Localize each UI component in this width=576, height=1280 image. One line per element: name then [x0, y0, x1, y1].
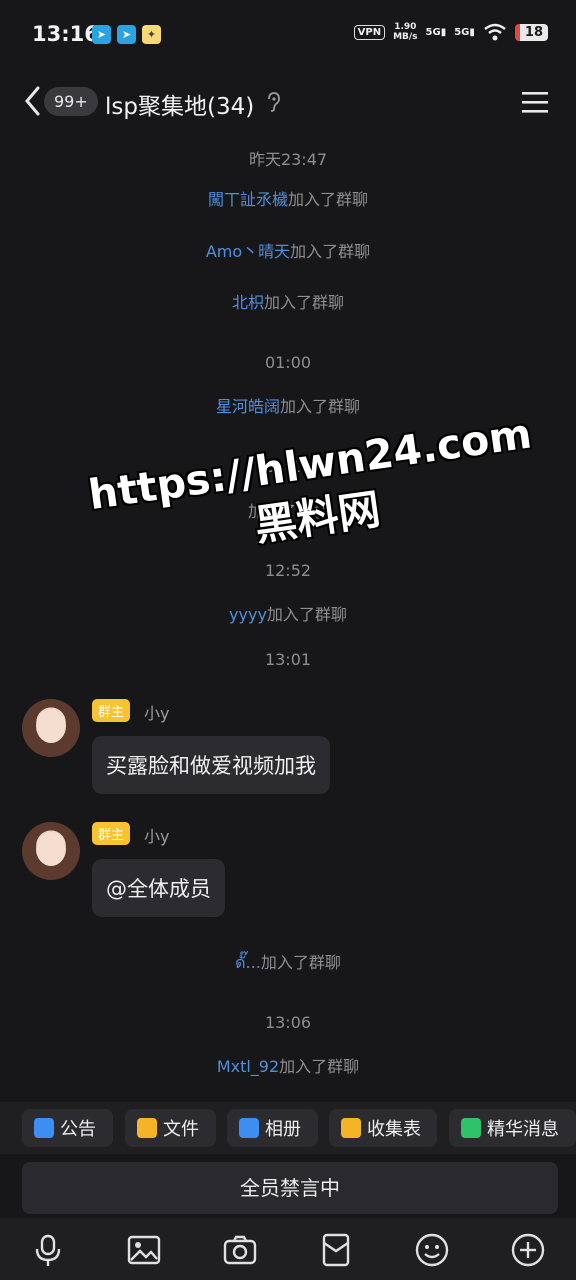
member-name-link[interactable]: 星河皓阔	[216, 397, 280, 416]
telegram-icon: ➤	[92, 25, 111, 44]
quick-action-label: 相册	[265, 1119, 301, 1140]
telegram-icon: ➤	[117, 25, 136, 44]
input-toolbar	[0, 1218, 576, 1280]
essence-messages-button[interactable]: 精华消息	[449, 1109, 576, 1147]
join-suffix: 加入了群聊	[288, 190, 369, 209]
quick-action-label: 收集表	[367, 1119, 421, 1140]
chat-message-list[interactable]: 昨天23:47 闖丅訨氶檅加入了群聊 Amo丶晴天加入了群聊 北枳加入了群聊 0…	[0, 136, 576, 1102]
speed-unit: MB/s	[393, 32, 418, 42]
app-notification-icon: ✦	[142, 25, 161, 44]
signal-label: 5G	[454, 26, 470, 38]
album-icon	[239, 1118, 259, 1138]
member-name-link[interactable]: 闖丅訨氶檅	[208, 190, 288, 209]
chat-header: 99+ lsp聚集地(34)	[0, 70, 576, 136]
owner-badge: 群主	[92, 699, 131, 722]
quick-action-bar: 公告 文件 相册 收集表 精华消息	[0, 1102, 576, 1154]
signal-label: 5G	[425, 26, 441, 38]
owner-badge: 群主	[92, 822, 131, 845]
timestamp: 昨天23:47	[248, 150, 328, 169]
announcement-icon	[34, 1118, 54, 1138]
member-name-link[interactable]: Mxtl_92	[217, 1057, 279, 1076]
speed-value: 1.90	[394, 22, 417, 32]
quick-action-label: 公告	[60, 1119, 96, 1140]
battery-icon: 18	[514, 23, 548, 41]
image-icon[interactable]	[126, 1232, 162, 1268]
message-bubble[interactable]: 买露脸和做爱视频加我	[92, 736, 330, 794]
timestamp: 01:13	[264, 457, 312, 476]
essence-icon	[461, 1118, 481, 1138]
form-icon	[341, 1118, 361, 1138]
clock: 13:16	[32, 22, 99, 46]
red-packet-icon[interactable]	[318, 1232, 354, 1268]
all-muted-notice: 全员禁言中	[22, 1162, 558, 1214]
status-bar: 13:16 ➤ ➤ ✦ VPN 1.90 MB/s 5G▮ 5G▮ 18	[0, 0, 576, 70]
join-suffix: 加入了群聊	[247, 502, 328, 521]
signal-icon: 5G▮	[425, 26, 447, 38]
timestamp: 13:01	[264, 650, 312, 669]
join-notice: 星河皓阔加入了群聊	[0, 393, 576, 417]
vpn-icon: VPN	[353, 24, 386, 40]
member-name-link[interactable]: 北枳	[232, 293, 264, 312]
earpiece-mode-icon	[268, 92, 280, 112]
message-bubble[interactable]: @全体成员	[92, 859, 225, 917]
wifi-icon	[484, 23, 506, 41]
join-notice: ดั๊...加入了群聊	[0, 949, 576, 976]
member-name-link[interactable]: yyyy	[229, 605, 267, 624]
sender-name[interactable]: 小y	[144, 700, 169, 724]
quick-action-label: 文件	[163, 1119, 199, 1140]
join-notice: 北枳加入了群聊	[0, 289, 576, 313]
join-notice: Mxtl_92加入了群聊	[0, 1053, 576, 1077]
avatar[interactable]	[22, 822, 80, 880]
join-suffix: 加入了群聊	[290, 242, 371, 261]
join-notice: 加入了群聊	[0, 498, 576, 522]
quick-action-label: 精华消息	[487, 1119, 559, 1140]
emoji-icon[interactable]	[414, 1232, 450, 1268]
join-notice: 闖丅訨氶檅加入了群聊	[0, 186, 576, 210]
member-name-link[interactable]: Amo丶晴天	[206, 242, 290, 261]
member-name-link[interactable]: ดั๊...	[235, 953, 261, 972]
form-button[interactable]: 收集表	[329, 1109, 437, 1147]
announcement-button[interactable]: 公告	[22, 1109, 113, 1147]
folder-icon	[137, 1118, 157, 1138]
group-title[interactable]: lsp聚集地(34)	[105, 87, 254, 121]
plus-icon[interactable]	[510, 1232, 546, 1268]
album-button[interactable]: 相册	[227, 1109, 318, 1147]
avatar[interactable]	[22, 699, 80, 757]
notification-icons: ➤ ➤ ✦	[92, 25, 161, 44]
join-notice: yyyy加入了群聊	[0, 601, 576, 625]
join-suffix: 加入了群聊	[264, 293, 345, 312]
back-arrow-icon[interactable]	[22, 84, 44, 118]
timestamp: 13:06	[264, 1013, 312, 1032]
chat-message: 群主 小y 买露脸和做爱视频加我	[22, 699, 562, 799]
timestamp: 01:00	[264, 353, 312, 372]
camera-icon[interactable]	[222, 1232, 258, 1268]
chat-message: 群主 小y @全体成员	[22, 822, 562, 922]
unread-count-badge[interactable]: 99+	[44, 87, 98, 116]
join-suffix: 加入了群聊	[280, 397, 361, 416]
files-button[interactable]: 文件	[125, 1109, 216, 1147]
join-notice: Amo丶晴天加入了群聊	[0, 238, 576, 262]
network-speed: 1.90 MB/s	[393, 22, 417, 42]
mic-icon[interactable]	[30, 1232, 66, 1268]
signal-icon: 5G▮	[454, 26, 475, 38]
timestamp: 12:52	[264, 561, 312, 580]
sender-name[interactable]: 小y	[144, 823, 169, 847]
join-suffix: 加入了群聊	[260, 953, 341, 972]
menu-icon[interactable]	[522, 90, 548, 114]
join-suffix: 加入了群聊	[279, 1057, 360, 1076]
join-suffix: 加入了群聊	[266, 605, 347, 624]
